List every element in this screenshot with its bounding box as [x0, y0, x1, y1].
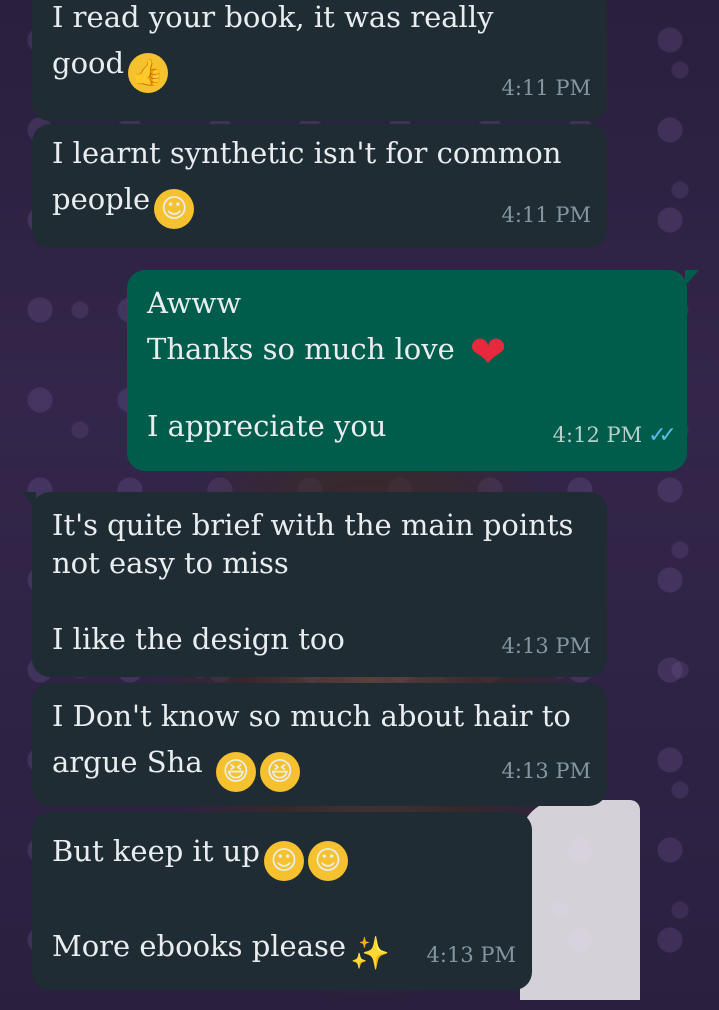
- message-timestamp: 4:11 PM: [501, 76, 591, 100]
- wallpaper-figure: [520, 800, 640, 1000]
- message-bubble-incoming[interactable]: I learnt synthetic isn't for common peop…: [32, 124, 607, 248]
- message-bubble-incoming[interactable]: I read your book, it was really good 👍 4:…: [32, 0, 607, 121]
- sparkles-icon: ✨: [350, 934, 390, 972]
- hugging-face-icon: ☺: [307, 841, 348, 881]
- face-with-hand-over-mouth-icon: ☺: [154, 189, 195, 229]
- rolling-on-floor-laughing-icon: 😆: [259, 752, 300, 792]
- double-check-read-icon: ✓✓: [648, 423, 677, 448]
- message-text: But keep it up: [52, 834, 260, 868]
- message-text: argue Sha: [52, 745, 203, 779]
- bubble-tail: [685, 270, 699, 286]
- message-text: I Don't know so much about hair to: [52, 699, 571, 733]
- rolling-on-floor-laughing-icon: 😆: [215, 752, 256, 792]
- message-text: It's quite brief with the main points: [52, 508, 574, 542]
- message-timestamp: 4:13 PM: [501, 759, 591, 783]
- message-text: More ebooks please: [52, 929, 347, 963]
- message-text: I read your book, it was really: [52, 0, 494, 34]
- message-bubble-outgoing[interactable]: Awww Thanks so much love ❤ I appreciate …: [127, 270, 699, 471]
- message-bubble-incoming[interactable]: It's quite brief with the main points no…: [22, 492, 607, 677]
- message-text: not easy to miss: [52, 546, 289, 580]
- message-text: I learnt synthetic isn't for common: [52, 136, 562, 170]
- message-text: Thanks so much love: [147, 332, 455, 366]
- red-heart-icon: ❤: [469, 327, 507, 378]
- message-bubble-incoming[interactable]: I Don't know so much about hair to argue…: [32, 683, 607, 806]
- message-bubble-incoming[interactable]: But keep it up ☺ ☺ More ebooks please ✨ 4:1…: [32, 812, 532, 990]
- thumbs-up-icon: 👍: [128, 53, 169, 93]
- message-timestamp: 4:12 PM: [552, 423, 643, 447]
- message-text: people: [52, 182, 151, 216]
- message-text: good: [52, 46, 125, 80]
- message-text: Awww: [147, 286, 242, 320]
- message-timestamp: 4:13 PM: [426, 943, 516, 967]
- hugging-face-icon: ☺: [263, 841, 304, 881]
- message-timestamp: 4:11 PM: [501, 203, 591, 227]
- message-timestamp: 4:13 PM: [501, 634, 591, 658]
- bubble-tail: [22, 492, 36, 508]
